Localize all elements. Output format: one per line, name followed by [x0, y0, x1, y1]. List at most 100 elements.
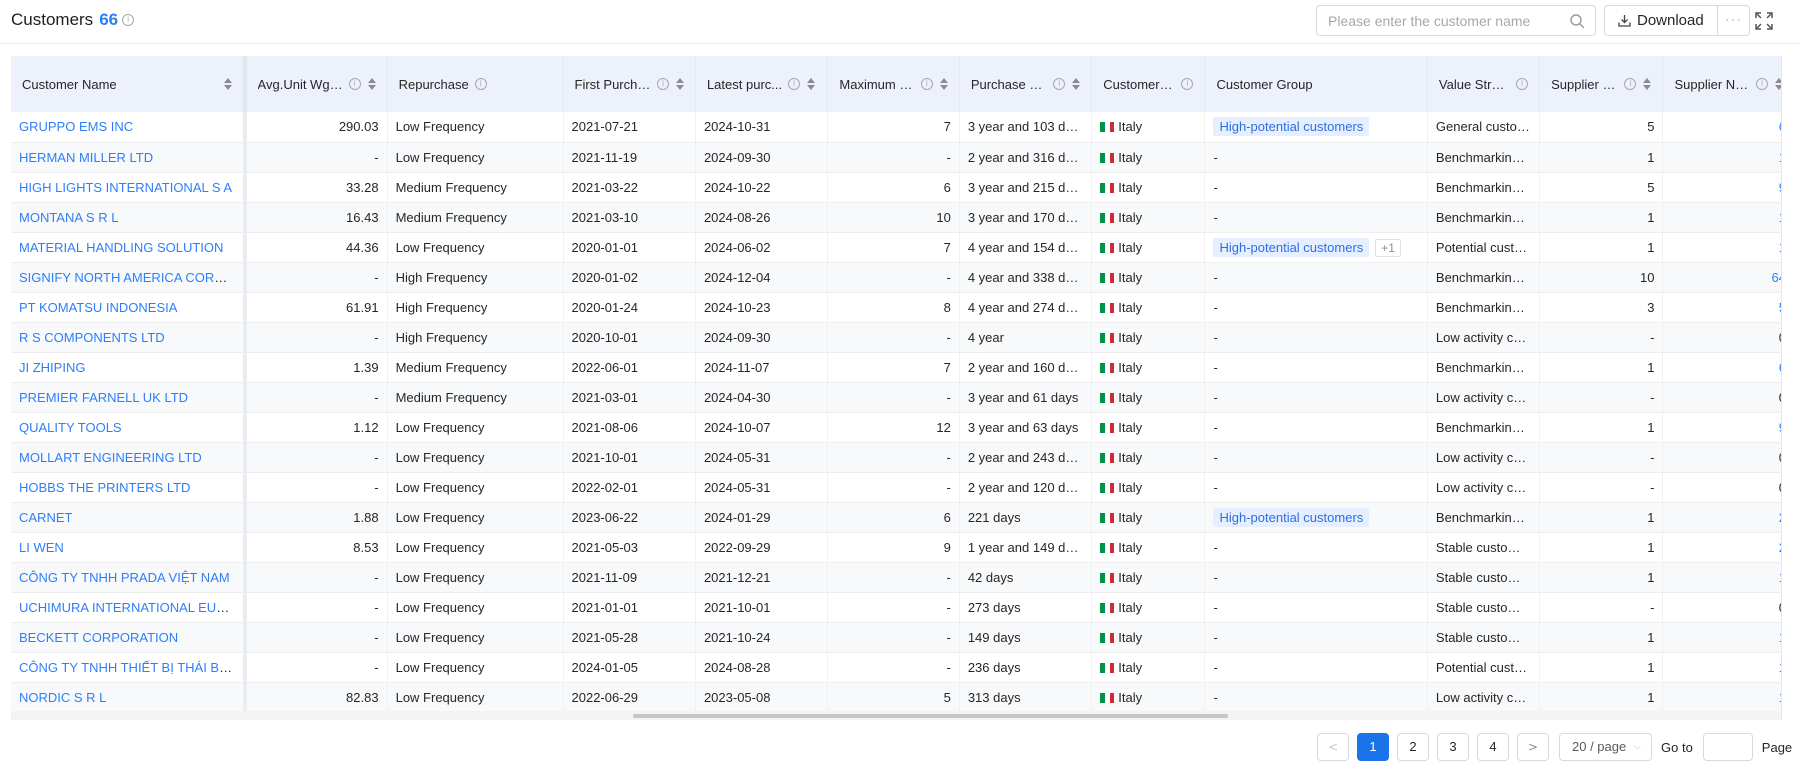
- column-header[interactable]: Customer Name: [11, 56, 247, 112]
- more-groups-badge[interactable]: +1: [1375, 238, 1401, 257]
- avg-unit-weight-cell: -: [244, 562, 388, 593]
- customer-name-link[interactable]: GRUPPO EMS INC: [19, 119, 133, 134]
- sort-descending-icon[interactable]: [675, 85, 684, 90]
- column-header[interactable]: Maximum D... i: [827, 56, 960, 112]
- sort-descending-icon[interactable]: [807, 85, 816, 90]
- sort-ascending-icon[interactable]: [367, 78, 376, 83]
- customer-name-link[interactable]: UCHIMURA INTERNATIONAL EUROPE ...: [19, 600, 241, 615]
- customer-name-link[interactable]: HOBBS THE PRINTERS LTD: [19, 480, 190, 495]
- sort-ascending-icon[interactable]: [1072, 78, 1081, 83]
- column-header[interactable]: Customer L... i: [1091, 56, 1206, 112]
- sort-descending-icon[interactable]: [1072, 85, 1081, 90]
- column-header[interactable]: Purchase D... i: [959, 56, 1093, 112]
- customer-name-link[interactable]: PREMIER FARNELL UK LTD: [19, 390, 188, 405]
- customer-name-link[interactable]: MONTANA S R L: [19, 210, 118, 225]
- sort-icon[interactable]: [1643, 78, 1652, 90]
- horizontal-scrollbar[interactable]: [11, 711, 1781, 720]
- customer-name-link[interactable]: R S COMPONENTS LTD: [19, 330, 165, 345]
- column-header-content: First Purcha... i: [575, 77, 684, 92]
- sort-ascending-icon[interactable]: [1643, 78, 1652, 83]
- customer-name-link[interactable]: MATERIAL HANDLING SOLUTION: [19, 240, 223, 255]
- page-button[interactable]: 1: [1357, 733, 1389, 761]
- latest-purchase-cell: 2024-08-28: [695, 652, 829, 683]
- italy-flag-icon: [1100, 631, 1115, 643]
- customer-group-empty: -: [1213, 539, 1218, 555]
- sort-icon[interactable]: [367, 78, 376, 90]
- sort-icon[interactable]: [939, 78, 948, 90]
- page-size-select[interactable]: 20 / page ⌵: [1559, 733, 1652, 761]
- info-icon[interactable]: i: [1181, 78, 1194, 90]
- customer-group-empty: -: [1213, 479, 1218, 495]
- info-icon[interactable]: i: [474, 78, 487, 90]
- customer-name-link[interactable]: HERMAN MILLER LTD: [19, 150, 153, 165]
- customer-name-link[interactable]: QUALITY TOOLS: [19, 420, 122, 435]
- sort-ascending-icon[interactable]: [939, 78, 948, 83]
- customer-name-link[interactable]: PT KOMATSU INDONESIA: [19, 300, 177, 315]
- page-button[interactable]: 2: [1397, 733, 1429, 761]
- customer-name-link[interactable]: JI ZHIPING: [19, 360, 85, 375]
- latest-purchase-cell: 2024-05-31: [695, 442, 829, 473]
- fullscreen-icon[interactable]: [1754, 11, 1774, 31]
- column-header[interactable]: Supplier L... i: [1539, 56, 1664, 112]
- customer-name-link[interactable]: CÔNG TY TNHH PRADA VIỆT NAM: [19, 570, 230, 585]
- column-header[interactable]: First Purcha... i: [563, 56, 696, 112]
- customer-name-link[interactable]: CÔNG TY TNHH THIẾT BỊ THÁI BÌNH: [19, 660, 241, 675]
- supplier-number-link[interactable]: 64: [1772, 270, 1781, 285]
- customer-name-link[interactable]: HIGH LIGHTS INTERNATIONAL S A: [19, 180, 232, 195]
- info-icon[interactable]: i: [788, 78, 801, 90]
- customer-name-link[interactable]: CARNET: [19, 510, 72, 525]
- sort-icon[interactable]: [223, 78, 232, 90]
- page-button[interactable]: 4: [1477, 733, 1509, 761]
- column-header[interactable]: Repurchase i: [387, 56, 564, 112]
- sort-icon[interactable]: [1072, 78, 1081, 90]
- prev-page-button[interactable]: <: [1317, 733, 1349, 761]
- italy-flag-icon: [1100, 331, 1115, 343]
- first-purchase-cell: 2022-06-01: [563, 352, 696, 383]
- info-icon[interactable]: i: [920, 78, 933, 90]
- info-icon[interactable]: i: [1516, 78, 1529, 90]
- scrollbar-thumb[interactable]: [633, 714, 1228, 718]
- avg-unit-weight-cell: -: [244, 142, 388, 173]
- sort-descending-icon[interactable]: [223, 85, 232, 90]
- info-icon[interactable]: i: [122, 14, 135, 26]
- sort-ascending-icon[interactable]: [223, 78, 232, 83]
- goto-page-input[interactable]: [1702, 733, 1753, 761]
- customer-name-link[interactable]: SIGNIFY NORTH AMERICA CORPORAT...: [19, 270, 241, 285]
- info-icon[interactable]: i: [1756, 78, 1768, 90]
- customer-group-cell: -: [1204, 322, 1428, 353]
- avg-unit-weight-cell: -: [244, 592, 388, 623]
- first-purchase-cell: 2021-03-01: [563, 382, 696, 413]
- supplier-l-cell: -: [1539, 592, 1664, 623]
- column-header[interactable]: Value Strat... i: [1427, 56, 1541, 112]
- italy-flag-icon: [1100, 541, 1115, 553]
- column-header[interactable]: Customer Group: [1204, 56, 1428, 112]
- supplier-number-cell: 0: [1662, 472, 1781, 503]
- sort-descending-icon[interactable]: [1643, 85, 1652, 90]
- column-header[interactable]: Supplier Nu... i: [1662, 56, 1781, 112]
- customer-name-cell: MONTANA S R L: [11, 202, 247, 233]
- info-icon[interactable]: i: [1053, 78, 1066, 90]
- more-options-button[interactable]: ···: [1717, 5, 1750, 36]
- sort-descending-icon[interactable]: [939, 85, 948, 90]
- sort-descending-icon[interactable]: [367, 85, 376, 90]
- customer-name-link[interactable]: BECKETT CORPORATION: [19, 630, 178, 645]
- next-page-button[interactable]: >: [1517, 733, 1549, 761]
- location-label: Italy: [1118, 239, 1143, 255]
- info-icon[interactable]: i: [656, 78, 669, 90]
- search-icon[interactable]: [1569, 13, 1585, 29]
- supplier-l-cell: 1: [1539, 562, 1664, 593]
- info-icon[interactable]: i: [1624, 78, 1637, 90]
- page-button[interactable]: 3: [1437, 733, 1469, 761]
- customer-name-link[interactable]: NORDIC S R L: [19, 690, 106, 705]
- search-input[interactable]: [1328, 6, 1558, 35]
- sort-icon[interactable]: [807, 78, 816, 90]
- column-header[interactable]: Avg.Unit Wgt ... i: [244, 56, 388, 112]
- customer-name-link[interactable]: LI WEN: [19, 540, 64, 555]
- column-header[interactable]: Latest purc... i: [695, 56, 829, 112]
- download-button[interactable]: Download: [1604, 5, 1718, 36]
- sort-icon[interactable]: [675, 78, 684, 90]
- sort-ascending-icon[interactable]: [807, 78, 816, 83]
- sort-ascending-icon[interactable]: [675, 78, 684, 83]
- info-icon[interactable]: i: [348, 78, 361, 90]
- customer-name-link[interactable]: MOLLART ENGINEERING LTD: [19, 450, 202, 465]
